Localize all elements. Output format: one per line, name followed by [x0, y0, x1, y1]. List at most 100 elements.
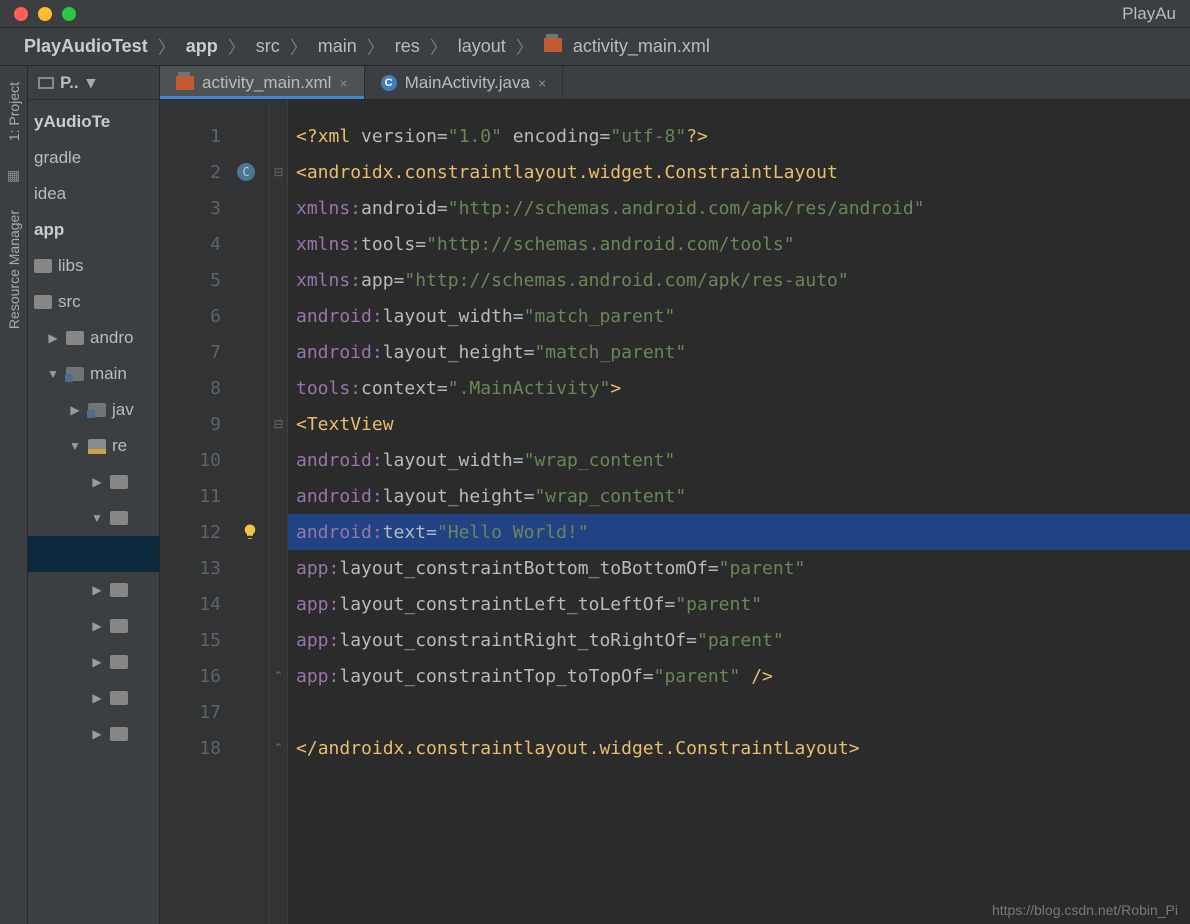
tree-item[interactable]: ▼main — [28, 356, 159, 392]
breadcrumb-item[interactable]: res — [389, 36, 426, 57]
collapse-icon[interactable]: ▼ — [90, 511, 104, 525]
folder-icon — [34, 259, 52, 273]
tree-item[interactable]: libs — [28, 248, 159, 284]
tree-item[interactable]: ▶jav — [28, 392, 159, 428]
close-window-button[interactable] — [14, 7, 28, 21]
chevron-right-icon: 〉 — [428, 34, 450, 60]
expand-icon[interactable]: ▶ — [46, 331, 60, 345]
tree-item[interactable]: app — [28, 212, 159, 248]
project-tree: yAudioTe gradle idea app libs src ▶andro… — [28, 100, 159, 752]
tree-item[interactable]: ▶andro — [28, 320, 159, 356]
folder-icon — [66, 367, 84, 381]
window-controls — [14, 7, 76, 21]
expand-icon[interactable]: ▶ — [90, 583, 104, 597]
maximize-window-button[interactable] — [62, 7, 76, 21]
tree-item[interactable]: src — [28, 284, 159, 320]
folder-icon — [110, 583, 128, 597]
project-tool-button[interactable]: 1: Project — [6, 76, 22, 147]
fold-toggle-icon[interactable]: ⊟ — [270, 406, 287, 442]
line-number: 17 — [160, 694, 269, 730]
tab-label: activity_main.xml — [202, 73, 331, 93]
line-number: 18 — [160, 730, 269, 766]
chevron-right-icon: 〉 — [514, 34, 536, 60]
folder-icon — [110, 475, 128, 489]
tree-item[interactable]: ▶ — [28, 680, 159, 716]
line-number: 8 — [160, 370, 269, 406]
fold-end-icon[interactable]: ⌃ — [270, 658, 287, 694]
line-number: 14 — [160, 586, 269, 622]
chevron-right-icon: 〉 — [288, 34, 310, 60]
expand-icon[interactable]: ▶ — [90, 727, 104, 741]
project-view-icon — [38, 77, 54, 89]
navigation-breadcrumb: PlayAudioTest 〉 app 〉 src 〉 main 〉 res 〉… — [0, 28, 1190, 66]
lightbulb-icon[interactable] — [241, 523, 259, 541]
tree-item[interactable]: ▼ — [28, 500, 159, 536]
tree-item[interactable]: gradle — [28, 140, 159, 176]
tree-item[interactable]: idea — [28, 176, 159, 212]
tree-item[interactable]: ▶ — [28, 572, 159, 608]
resource-manager-tool-button[interactable]: Resource Manager — [6, 204, 22, 335]
code-editor[interactable]: 1 2C 3 4 5 6 7 8 9 10 11 12 13 14 15 — [160, 100, 1190, 924]
line-number: 3 — [160, 190, 269, 226]
line-number: 1 — [160, 118, 269, 154]
folder-icon — [88, 439, 106, 453]
project-tree-panel: P.. ▾ yAudioTe gradle idea app libs src … — [28, 66, 160, 924]
line-number: 11 — [160, 478, 269, 514]
expand-icon[interactable]: ▶ — [68, 403, 82, 417]
fold-toggle-icon[interactable]: ⊟ — [270, 154, 287, 190]
tree-item[interactable]: ▶ — [28, 608, 159, 644]
close-tab-icon[interactable]: × — [339, 75, 347, 91]
title-bar: PlayAu — [0, 0, 1190, 28]
dropdown-icon[interactable]: ▾ — [87, 73, 96, 93]
project-panel-header[interactable]: P.. ▾ — [28, 66, 159, 100]
line-number: 5 — [160, 262, 269, 298]
line-number: 7 — [160, 334, 269, 370]
editor-area: activity_main.xml × C MainActivity.java … — [160, 66, 1190, 924]
breadcrumb-item[interactable]: src — [250, 36, 286, 57]
collapse-icon[interactable]: ▼ — [68, 439, 82, 453]
folder-icon — [66, 331, 84, 345]
tree-item[interactable]: ▶ — [28, 716, 159, 752]
breadcrumb-item[interactable]: layout — [452, 36, 512, 57]
chevron-right-icon: 〉 — [226, 34, 248, 60]
tree-item-selected[interactable] — [28, 536, 159, 572]
breadcrumb-item[interactable]: app — [180, 36, 224, 57]
tree-item[interactable]: yAudioTe — [28, 104, 159, 140]
collapse-icon[interactable]: ▼ — [46, 367, 60, 381]
tree-item[interactable]: ▶ — [28, 464, 159, 500]
line-number: 13 — [160, 550, 269, 586]
breadcrumb-item[interactable]: PlayAudioTest — [18, 36, 154, 57]
java-class-icon: C — [381, 75, 397, 91]
expand-icon[interactable]: ▶ — [90, 475, 104, 489]
line-number: 6 — [160, 298, 269, 334]
tree-item[interactable]: ▶ — [28, 644, 159, 680]
class-gutter-icon[interactable]: C — [237, 163, 255, 181]
folder-icon — [110, 655, 128, 669]
expand-icon[interactable]: ▶ — [90, 691, 104, 705]
folder-icon — [34, 295, 52, 309]
minimize-window-button[interactable] — [38, 7, 52, 21]
breadcrumb-item[interactable]: main — [312, 36, 363, 57]
editor-tabs: activity_main.xml × C MainActivity.java … — [160, 66, 1190, 100]
breadcrumb-item[interactable]: activity_main.xml — [538, 36, 716, 57]
tree-item[interactable]: ▼re — [28, 428, 159, 464]
folder-icon — [110, 691, 128, 705]
editor-tab[interactable]: activity_main.xml × — [160, 66, 365, 99]
expand-icon[interactable]: ▶ — [90, 655, 104, 669]
expand-icon[interactable]: ▶ — [90, 619, 104, 633]
watermark-text: https://blog.csdn.net/Robin_Pi — [992, 902, 1178, 918]
image-icon[interactable]: ▦ — [7, 167, 20, 184]
window-title: PlayAu — [1122, 4, 1176, 24]
code-text[interactable]: <?xml version="1.0" encoding="utf-8"?> <… — [288, 100, 1190, 924]
close-tab-icon[interactable]: × — [538, 75, 546, 91]
fold-column: ⊟ ⊟ ⌃ ⌃ — [270, 100, 288, 924]
fold-end-icon[interactable]: ⌃ — [270, 730, 287, 766]
folder-icon — [110, 511, 128, 525]
project-panel-title: P.. — [60, 73, 79, 93]
line-number: 9 — [160, 406, 269, 442]
editor-tab[interactable]: C MainActivity.java × — [365, 66, 564, 99]
line-number: 10 — [160, 442, 269, 478]
line-number: 15 — [160, 622, 269, 658]
line-number: 4 — [160, 226, 269, 262]
line-number-gutter: 1 2C 3 4 5 6 7 8 9 10 11 12 13 14 15 — [160, 100, 270, 924]
